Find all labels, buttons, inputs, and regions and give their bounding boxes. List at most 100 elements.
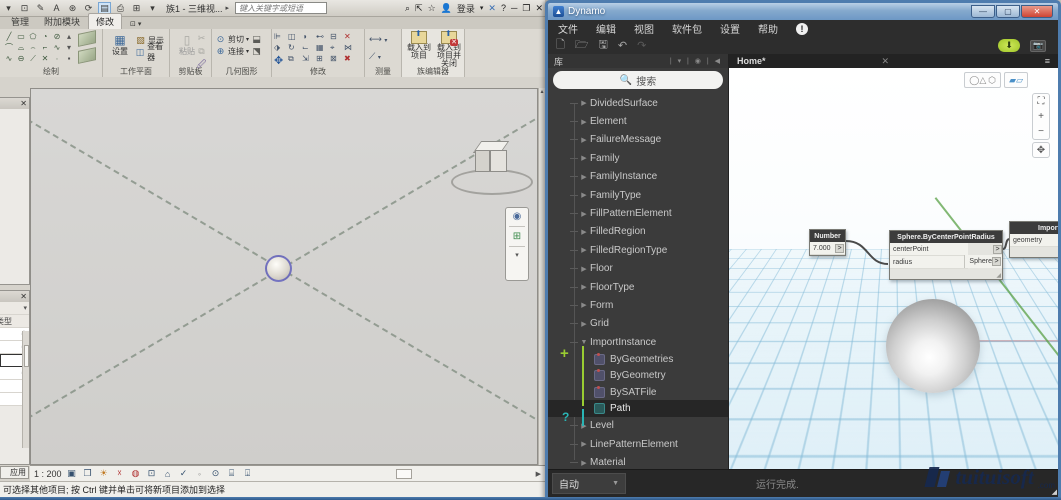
navbar-more-icon[interactable]: ▾ (515, 251, 519, 259)
ellipse2-icon[interactable]: ⊖ (15, 53, 27, 64)
output-sphere[interactable]: Sphere > (964, 255, 1002, 268)
scroll-right-icon[interactable]: ▶ (536, 470, 541, 478)
menu-view[interactable]: 视图 (634, 21, 654, 36)
expand-arrow-icon[interactable]: ▶ (578, 136, 590, 144)
offset-icon[interactable]: ◫ (288, 32, 302, 43)
geometry-view-button[interactable]: ◯△⬡ (964, 72, 1001, 88)
load-to-project-close-button[interactable]: 载入到项目并关闭 (434, 31, 464, 68)
restore-button[interactable]: ❐ (522, 3, 530, 14)
search-binoculars-icon[interactable]: ⌕ (405, 3, 410, 14)
library-search-input[interactable]: 🔍 搜索 (553, 71, 723, 89)
expand-arrow-icon[interactable]: ▶ (578, 99, 590, 107)
workplane-viewer-button[interactable]: ◫查看器 (135, 46, 169, 58)
input-centerpoint[interactable]: centerPoint > (890, 243, 968, 256)
tab-addins[interactable]: 附加模块 (37, 14, 87, 29)
crop-region-icon[interactable]: ⌂ (162, 468, 174, 480)
node-importinstance[interactable]: Importin geometry (1009, 221, 1058, 258)
scale-icon[interactable]: ⇲ (302, 54, 316, 65)
apply-button[interactable]: 应用 (0, 466, 29, 479)
cloud-download-icon[interactable]: ⬇ (998, 39, 1020, 52)
node-number-title[interactable]: Number (810, 230, 845, 242)
new-file-icon[interactable]: 🗋 (556, 36, 565, 55)
visual-style-icon[interactable]: ❒ (82, 468, 94, 480)
lib-item-familytype[interactable]: ▶FamilyType (548, 186, 728, 204)
sun-path-icon[interactable]: ☀ (98, 468, 110, 480)
copy-small-icon[interactable]: ⧉ (288, 54, 302, 65)
autodesk-x-icon[interactable]: ✕ (488, 3, 496, 14)
open-file-icon[interactable]: 🗁 (575, 36, 589, 55)
notification-icon[interactable]: ! (796, 23, 808, 35)
ellipse-tool-icon[interactable]: ⊘ (51, 31, 63, 42)
lib-item-form[interactable]: ▶Form (548, 296, 728, 314)
switch-windows-icon[interactable]: ⊞ (130, 2, 143, 15)
detail-level-icon[interactable]: ▣ (66, 468, 78, 480)
lock-icon[interactable]: ⊠ (330, 54, 344, 65)
delete-red-icon[interactable]: ✕ (344, 32, 358, 43)
extrusion-icon[interactable] (78, 30, 96, 47)
lib-item-familyinstance[interactable]: ▶FamilyInstance (548, 168, 728, 186)
viewcube-left-face[interactable] (475, 150, 490, 172)
minimize-button[interactable]: — (971, 5, 995, 18)
qat-more-icon[interactable]: ▾ (146, 2, 159, 15)
temp-hide-icon[interactable]: ◦ (194, 468, 206, 480)
viewcube-front-face[interactable] (490, 150, 507, 172)
zoom-in-icon[interactable]: + (1038, 109, 1044, 124)
cut-scissors-icon[interactable]: ✂ (196, 33, 207, 44)
inscribed-poly-icon[interactable]: ⬠ (27, 31, 39, 42)
extend-icon[interactable]: ⊷ (316, 32, 330, 43)
rotate-icon[interactable]: ↻ (288, 43, 302, 54)
spline-tool-icon[interactable]: ∿ (3, 53, 15, 64)
expand-arrow-icon[interactable]: ▶ (578, 320, 590, 328)
help-search-input[interactable] (235, 2, 327, 14)
rect-tool-icon[interactable]: ▭ (15, 31, 27, 42)
menu-packages[interactable]: 软件包 (672, 21, 702, 36)
node-number-value[interactable]: 7.000 > (810, 242, 845, 255)
node-sphere-title[interactable]: Sphere.ByCenterPointRadius (890, 231, 1002, 243)
run-mode-select[interactable]: 自动 ▼ (552, 473, 626, 494)
move-cross-icon[interactable]: ✥ (274, 54, 288, 65)
expand-arrow-icon[interactable]: ▶ (578, 265, 590, 273)
point-icon[interactable]: ∙ (51, 53, 63, 64)
join-geometry-button[interactable]: ⊕连接▾⬔ (215, 45, 262, 57)
scroll-mid-icon[interactable]: ▾ (63, 42, 75, 53)
close-icon[interactable]: ✕ (20, 99, 27, 108)
lib-item-failuremessage[interactable]: ▶FailureMessage (548, 131, 728, 149)
crop-view-icon[interactable]: ⊡ (146, 468, 158, 480)
lib-item-importinstance[interactable]: ▼ImportInstance (548, 333, 728, 351)
qat-dropdown-icon[interactable]: ▾ (2, 2, 15, 15)
dynamo-titlebar[interactable]: ▲ Dynamo — ▢ ✕ (548, 3, 1058, 20)
arc2-tool-icon[interactable]: ⌓ (15, 42, 27, 53)
copy-icon[interactable]: ⧉ (196, 46, 207, 57)
scroll-up-icon[interactable]: ▴ (63, 31, 75, 42)
zoom-out-icon[interactable]: − (1038, 124, 1044, 139)
text-icon[interactable]: A (50, 2, 63, 15)
pick-line-icon[interactable]: ⟋ (27, 53, 39, 64)
maximize-button[interactable]: ▢ (996, 5, 1020, 18)
expand-arrow-icon[interactable]: ▶ (578, 154, 590, 162)
workspace-menu-icon[interactable]: ≡ (1045, 56, 1050, 66)
line-tool-icon[interactable]: ╱ (3, 31, 15, 42)
sweep-icon[interactable] (78, 47, 96, 64)
export-image-camera-icon[interactable]: 📷 (1030, 40, 1046, 52)
lib-item-grid[interactable]: ▶Grid (548, 315, 728, 333)
lib-item-floortype[interactable]: ▶FloorType (548, 278, 728, 296)
redo-icon[interactable]: ↷ (637, 39, 646, 52)
tab-home[interactable]: Home* (737, 56, 766, 66)
align-icon[interactable]: ⊫ (274, 32, 288, 43)
expand-arrow-icon[interactable]: ▶ (578, 440, 590, 448)
delete-x-icon[interactable]: ✖ (344, 54, 358, 65)
horizontal-scrollbar-thumb[interactable] (396, 469, 412, 479)
library-header-icons[interactable]: | ▾ | ◉ | ◀ (670, 57, 722, 65)
lib-item-dividedsurface[interactable]: ▶DividedSurface (548, 94, 728, 112)
lib-item-family[interactable]: ▶Family (548, 149, 728, 167)
resize-grip-icon[interactable]: ◢ (1052, 488, 1057, 496)
move-small-icon[interactable]: ⬗ (274, 43, 288, 54)
lib-item-filledregion[interactable]: ▶FilledRegion (548, 223, 728, 241)
worksharing-icon[interactable]: ⌸ (226, 468, 238, 480)
mirror-icon[interactable]: ◑ (302, 32, 316, 43)
lib-item-material[interactable]: ▶Material (548, 453, 728, 469)
output-port[interactable]: > (992, 257, 1001, 266)
tab-modify[interactable]: 修改 (88, 13, 122, 29)
steering-wheel-icon[interactable]: ◉ (513, 211, 522, 222)
spline2-icon[interactable]: ∿ (51, 42, 63, 53)
